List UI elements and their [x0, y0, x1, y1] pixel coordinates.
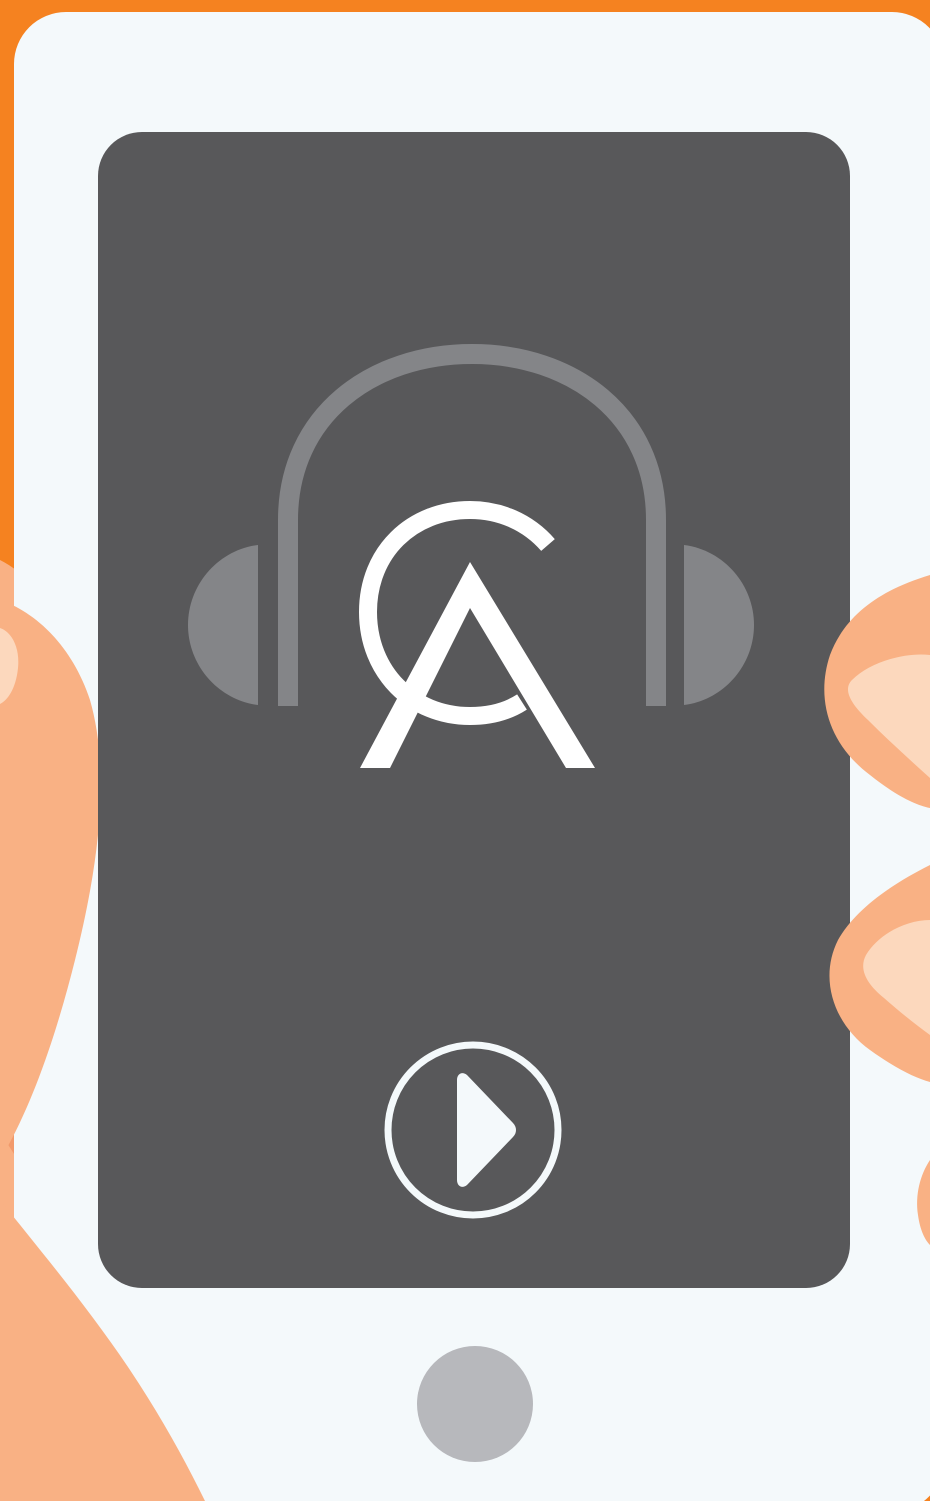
home-button[interactable]: [417, 1346, 533, 1462]
illustration-stage: [0, 0, 930, 1501]
phone-illustration: [0, 12, 930, 1501]
